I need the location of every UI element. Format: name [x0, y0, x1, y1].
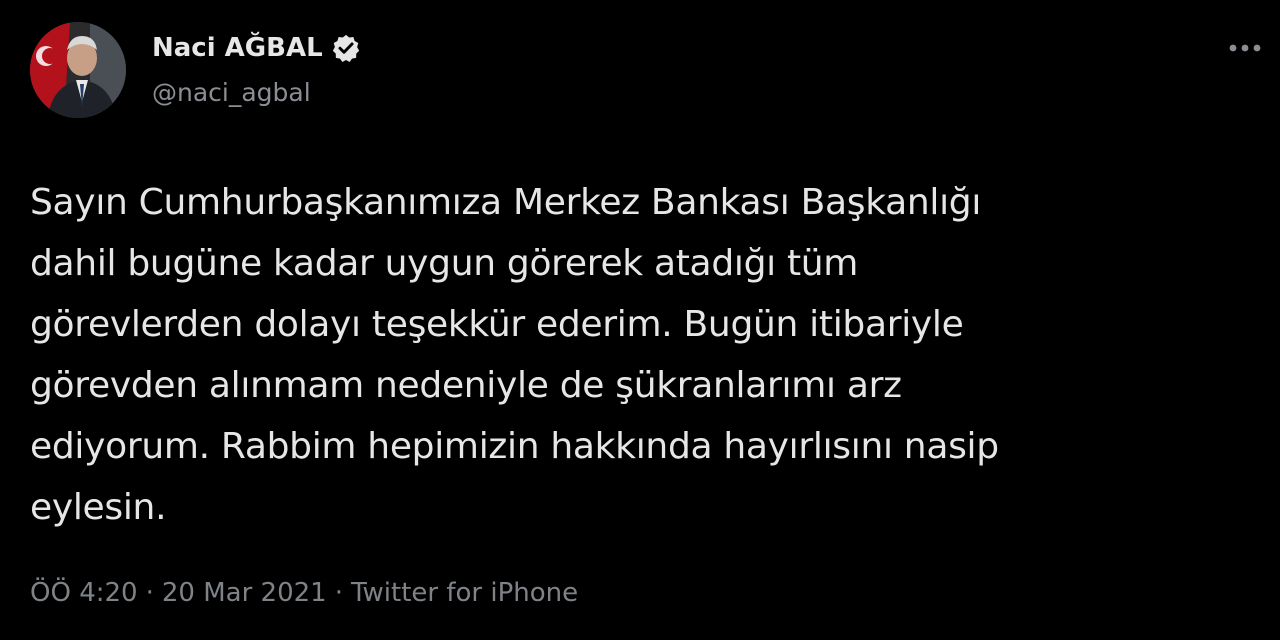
avatar[interactable]	[30, 22, 126, 118]
tweet-date[interactable]: 20 Mar 2021	[162, 578, 327, 608]
tweet-source[interactable]: Twitter for iPhone	[351, 578, 578, 608]
author-handle[interactable]: @naci_agbal	[152, 78, 311, 107]
more-options-icon[interactable]	[1226, 38, 1264, 58]
author-name-row: Naci AĞBAL	[152, 28, 361, 68]
verified-badge-icon	[331, 33, 361, 63]
meta-separator: ·	[334, 578, 343, 608]
tweet-card: Naci AĞBAL @naci_agbal Sayın Cumhurbaşka…	[0, 0, 1280, 640]
profile-photo-icon	[30, 22, 126, 118]
tweet-metadata: ÖÖ 4:20 · 20 Mar 2021 · Twitter for iPho…	[30, 578, 578, 608]
author-display-name[interactable]: Naci AĞBAL	[152, 33, 323, 63]
meta-separator: ·	[145, 578, 154, 608]
tweet-text: Sayın Cumhurbaşkanımıza Merkez Bankası B…	[30, 182, 999, 528]
tweet-time[interactable]: ÖÖ 4:20	[30, 578, 138, 608]
